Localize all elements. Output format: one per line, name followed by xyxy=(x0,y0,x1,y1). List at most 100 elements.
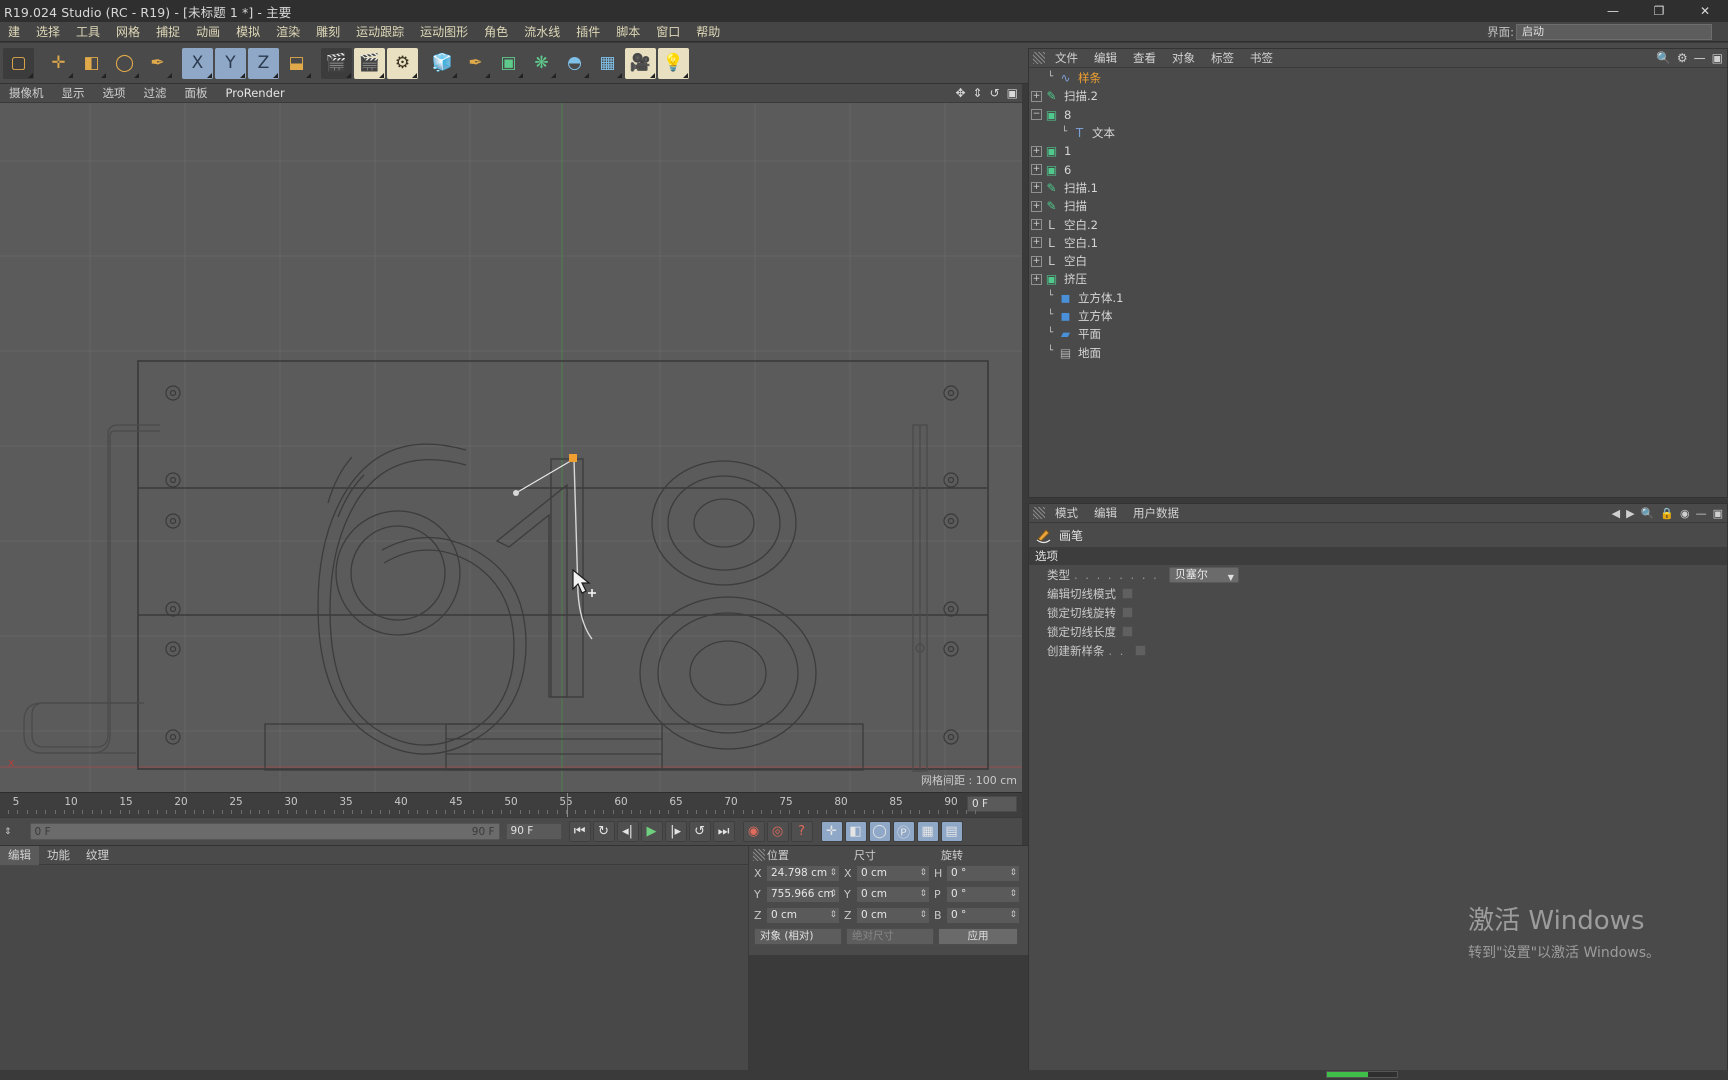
object-row-4[interactable]: +▣1✓ xyxy=(1029,142,1727,160)
lock-icon[interactable]: 🔒 xyxy=(1660,507,1674,520)
maximize-button[interactable]: ❐ xyxy=(1636,0,1682,22)
menu-item-0[interactable]: 建 xyxy=(0,22,28,42)
menu-item-13[interactable]: 插件 xyxy=(568,22,608,42)
coordinate-mode-select[interactable]: 对象 (相对) xyxy=(754,928,842,945)
object-row-12[interactable]: └◼立方体.1✓ xyxy=(1029,289,1727,307)
position-y-field[interactable]: 755.966 cm ⇕ xyxy=(766,886,840,903)
zoom-view-icon[interactable]: ⇕ xyxy=(973,86,983,100)
size-x-field[interactable]: 0 cm ⇕ xyxy=(856,865,930,882)
object-row-15[interactable]: └▤地面✓ xyxy=(1029,343,1727,361)
panel-grip-icon[interactable] xyxy=(753,848,765,861)
attribute-menu-1[interactable]: 编辑 xyxy=(1086,504,1125,523)
record-active-objects-button[interactable]: ◉ xyxy=(742,821,765,842)
timeline-playhead[interactable] xyxy=(567,793,568,818)
dope-sheet-button[interactable]: ▤ xyxy=(940,821,963,842)
expand-icon[interactable]: + xyxy=(1031,255,1042,267)
pin-icon[interactable]: ◉ xyxy=(1680,507,1690,520)
attr-search-icon[interactable]: 🔍 xyxy=(1641,507,1655,520)
prev-keyframe-button[interactable]: ◂| xyxy=(616,821,639,842)
play-button[interactable]: ▶ xyxy=(640,821,663,842)
size-y-field[interactable]: 0 cm ⇕ xyxy=(856,886,930,903)
expand-icon[interactable]: + xyxy=(1031,182,1042,194)
play-reverse-button[interactable]: ↺ xyxy=(688,821,711,842)
camera-icon[interactable]: 🎥 xyxy=(625,47,656,79)
expand-icon[interactable]: + xyxy=(1031,200,1042,212)
menu-item-7[interactable]: 渲染 xyxy=(268,22,308,42)
checkbox[interactable] xyxy=(1135,645,1147,656)
forward-arrow-icon[interactable]: ▶ xyxy=(1626,507,1634,520)
render-settings-icon[interactable]: ⚙ xyxy=(387,47,418,79)
object-row-9[interactable]: +L空白.1✓ xyxy=(1029,234,1727,252)
menu-item-6[interactable]: 模拟 xyxy=(228,22,268,42)
size-z-field[interactable]: 0 cm ⇕ xyxy=(856,907,930,924)
pen-tool-icon[interactable]: ✒ xyxy=(142,47,173,79)
end-frame-field[interactable]: 90 F xyxy=(505,823,562,840)
material-menu-2[interactable]: 纹理 xyxy=(78,846,117,865)
attr-minimize-icon[interactable]: — xyxy=(1696,507,1707,520)
spinner-icon[interactable]: ⇕ xyxy=(1009,866,1017,881)
maximize-panel-icon[interactable]: ▣ xyxy=(1712,51,1723,65)
menu-item-3[interactable]: 网格 xyxy=(108,22,148,42)
timeline-spinner-icon[interactable]: ⇕ xyxy=(4,827,12,837)
spinner-icon[interactable]: ⇕ xyxy=(919,908,927,923)
object-row-2[interactable]: −▣8✓ xyxy=(1029,106,1727,124)
move-view-icon[interactable]: ✥ xyxy=(955,86,965,100)
scale-key-button[interactable]: ◧ xyxy=(844,821,867,842)
scene-icon[interactable]: ▦ xyxy=(592,47,623,79)
loop-button[interactable]: ↻ xyxy=(592,821,615,842)
position-key-button[interactable]: ✛ xyxy=(820,821,843,842)
spinner-icon[interactable]: ⇕ xyxy=(1009,887,1017,902)
add-cube-icon[interactable]: 🧊 xyxy=(427,47,458,79)
spinner-icon[interactable]: ⇕ xyxy=(1009,908,1017,923)
z-axis-lock-icon[interactable]: Z xyxy=(248,47,279,79)
minimize-panel-icon[interactable]: — xyxy=(1694,51,1706,65)
menu-item-15[interactable]: 窗口 xyxy=(648,22,688,42)
viewport[interactable]: 摄像机 显示 选项 过滤 面板 ProRender ✥ ⇕ ↺ ▣ x 网格间距… xyxy=(0,84,1022,792)
menu-item-5[interactable]: 动画 xyxy=(188,22,228,42)
back-arrow-icon[interactable]: ◀ xyxy=(1612,507,1620,520)
expand-icon[interactable]: + xyxy=(1031,219,1042,231)
object-menu-4[interactable]: 标签 xyxy=(1203,49,1242,68)
scale-tool-icon[interactable]: ◧ xyxy=(76,47,107,79)
y-axis-lock-icon[interactable]: Y xyxy=(215,47,246,79)
material-menu-0[interactable]: 编辑 xyxy=(0,845,39,865)
rotation-b-field[interactable]: 0 ° ⇕ xyxy=(946,907,1020,924)
rotation-h-field[interactable]: 0 ° ⇕ xyxy=(946,865,1020,882)
rotation-p-field[interactable]: 0 ° ⇕ xyxy=(946,886,1020,903)
layout-view-icon[interactable]: ▣ xyxy=(1007,86,1018,100)
position-z-field[interactable]: 0 cm ⇕ xyxy=(766,907,840,924)
x-axis-lock-icon[interactable]: X xyxy=(182,47,213,79)
rotate-view-icon[interactable]: ↺ xyxy=(990,86,1000,100)
viewport-menu-2[interactable]: 选项 xyxy=(94,84,135,103)
viewport-canvas[interactable]: x 网格间距: 100 cm xyxy=(0,103,1022,792)
checkbox[interactable] xyxy=(1122,626,1133,637)
menu-item-16[interactable]: 帮助 xyxy=(688,22,728,42)
viewport-menu-5[interactable]: ProRender xyxy=(217,84,294,103)
object-row-5[interactable]: +▣6✓ xyxy=(1029,160,1727,178)
next-keyframe-button[interactable]: |▸ xyxy=(664,821,687,842)
expand-icon[interactable]: + xyxy=(1031,273,1042,285)
menu-item-1[interactable]: 选择 xyxy=(28,22,68,42)
apply-button[interactable]: 应用 xyxy=(938,928,1018,945)
object-row-7[interactable]: +✎扫描✓ xyxy=(1029,197,1727,215)
type-combo[interactable]: 贝塞尔 ▼ xyxy=(1168,566,1239,583)
object-row-11[interactable]: +▣挤压✓ xyxy=(1029,270,1727,288)
expand-icon[interactable]: + xyxy=(1031,164,1042,176)
attribute-menu-2[interactable]: 用户数据 xyxy=(1125,504,1187,523)
menu-item-12[interactable]: 流水线 xyxy=(516,22,568,42)
object-menu-1[interactable]: 编辑 xyxy=(1086,49,1125,68)
size-mode-select[interactable]: 绝对尺寸 xyxy=(846,928,934,945)
object-tree[interactable]: └∿样条✓+✎扫描.2✓−▣8✓└T文本✓+▣1✓+▣6✓+✎扫描.1✓+✎扫描… xyxy=(1029,69,1727,497)
menu-item-10[interactable]: 运动图形 xyxy=(412,22,476,42)
object-row-6[interactable]: +✎扫描.1✓ xyxy=(1029,179,1727,197)
object-row-13[interactable]: └◼立方体✓ xyxy=(1029,307,1727,325)
keyframe-selection-button[interactable]: ? xyxy=(790,821,813,842)
checkbox[interactable] xyxy=(1122,607,1133,618)
expand-icon[interactable]: + xyxy=(1031,237,1042,249)
object-menu-0[interactable]: 文件 xyxy=(1047,49,1086,68)
spinner-icon[interactable]: ⇕ xyxy=(919,866,927,881)
environment-icon[interactable]: ◓ xyxy=(559,47,590,79)
spinner-icon[interactable]: ⇕ xyxy=(829,866,837,881)
viewport-menu-0[interactable]: 摄像机 xyxy=(0,84,53,103)
pla-key-button[interactable]: ▦ xyxy=(916,821,939,842)
